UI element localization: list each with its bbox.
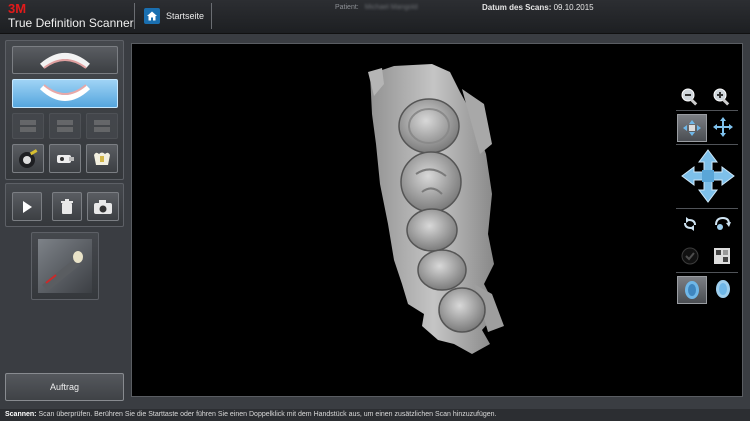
scan-date: Datum des Scans: 09.10.2015 xyxy=(482,3,594,12)
zoom-out-icon xyxy=(681,88,698,106)
powder-icon xyxy=(19,148,38,168)
scanner-tool-button[interactable] xyxy=(49,144,81,173)
face-view-icon xyxy=(685,281,699,299)
scanner-wand-icon xyxy=(42,251,83,291)
patient-label: Patient: xyxy=(335,4,359,11)
tooth-icon xyxy=(94,152,110,165)
color-view-button[interactable] xyxy=(710,276,736,302)
zoom-in-icon xyxy=(713,88,730,106)
patient-name: Michael Mangold xyxy=(364,4,418,11)
brand-logo: 3M xyxy=(8,1,27,16)
scan-date-value: 09.10.2015 xyxy=(553,3,594,12)
bite-right-button xyxy=(86,113,118,139)
zoom-in-button[interactable] xyxy=(710,86,734,108)
powder-tool-button[interactable] xyxy=(12,144,44,173)
toolbar-divider xyxy=(676,110,738,111)
toolbar-divider xyxy=(676,208,738,209)
bite-icon xyxy=(57,120,73,132)
bite-left-button xyxy=(12,113,44,139)
rotate-view-icon xyxy=(683,120,701,136)
upper-arch-button[interactable] xyxy=(12,46,118,74)
preview-panel xyxy=(31,232,99,300)
trash-icon xyxy=(61,198,73,214)
bite-icon xyxy=(94,120,110,132)
scan-viewport[interactable] xyxy=(131,43,743,397)
lower-jaw-icon xyxy=(39,83,91,101)
play-icon xyxy=(23,200,32,213)
dental-scan-model xyxy=(368,64,504,354)
status-bar: Scannen: Scan überprüfen. Berühren Sie d… xyxy=(0,409,750,421)
top-bar: 3M True Definition Scanner Startseite Pa… xyxy=(0,0,750,34)
toolbar-divider xyxy=(676,272,738,273)
status-label: Scannen: xyxy=(5,411,37,418)
bite-front-button xyxy=(49,113,81,139)
toolbar-divider xyxy=(676,144,738,145)
confirm-button xyxy=(678,244,702,268)
upper-jaw-icon xyxy=(40,53,90,69)
top-divider xyxy=(211,3,212,29)
scan-date-label: Datum des Scans: xyxy=(482,3,552,12)
play-button[interactable] xyxy=(12,192,42,221)
patient-info: Patient: Michael Mangold xyxy=(335,4,418,11)
rotate-arrows-icon xyxy=(684,217,696,231)
home-label: Startseite xyxy=(166,11,205,21)
status-message: Scan überprüfen. Berühren Sie die Startt… xyxy=(38,411,497,418)
rotate-left-button[interactable] xyxy=(678,212,702,236)
snapshot-button[interactable] xyxy=(87,192,119,221)
texture-view-button[interactable] xyxy=(710,244,734,268)
brand: 3M True Definition Scanner xyxy=(8,2,134,30)
top-divider xyxy=(134,3,135,29)
lower-arch-button[interactable] xyxy=(12,79,118,108)
checkmark-icon xyxy=(681,247,699,265)
home-button[interactable]: Startseite xyxy=(144,5,204,27)
prep-view-button[interactable] xyxy=(86,144,118,173)
directional-pad-icon xyxy=(681,149,735,203)
face-view-icon xyxy=(716,280,730,298)
pan-mode-button[interactable] xyxy=(710,114,736,140)
rotate-circle-icon xyxy=(715,216,731,230)
scan-preview-thumbnail[interactable] xyxy=(38,239,92,293)
rotate-mode-button[interactable] xyxy=(677,114,707,142)
rotate-view-button[interactable] xyxy=(710,212,734,236)
home-icon xyxy=(144,8,160,24)
scanner-wand-icon xyxy=(57,154,74,163)
solid-view-button[interactable] xyxy=(677,276,707,304)
move-arrows-icon xyxy=(713,117,733,137)
navigation-pad[interactable] xyxy=(680,148,736,204)
delete-button[interactable] xyxy=(52,192,82,221)
order-button[interactable]: Auftrag xyxy=(5,373,124,401)
arch-tool-panel xyxy=(5,40,124,180)
zoom-out-button[interactable] xyxy=(678,86,702,108)
texture-icon xyxy=(714,248,730,264)
brand-name: True Definition Scanner xyxy=(8,16,134,30)
action-tool-panel xyxy=(5,183,124,227)
bite-icon xyxy=(20,120,36,132)
camera-icon xyxy=(94,199,112,214)
